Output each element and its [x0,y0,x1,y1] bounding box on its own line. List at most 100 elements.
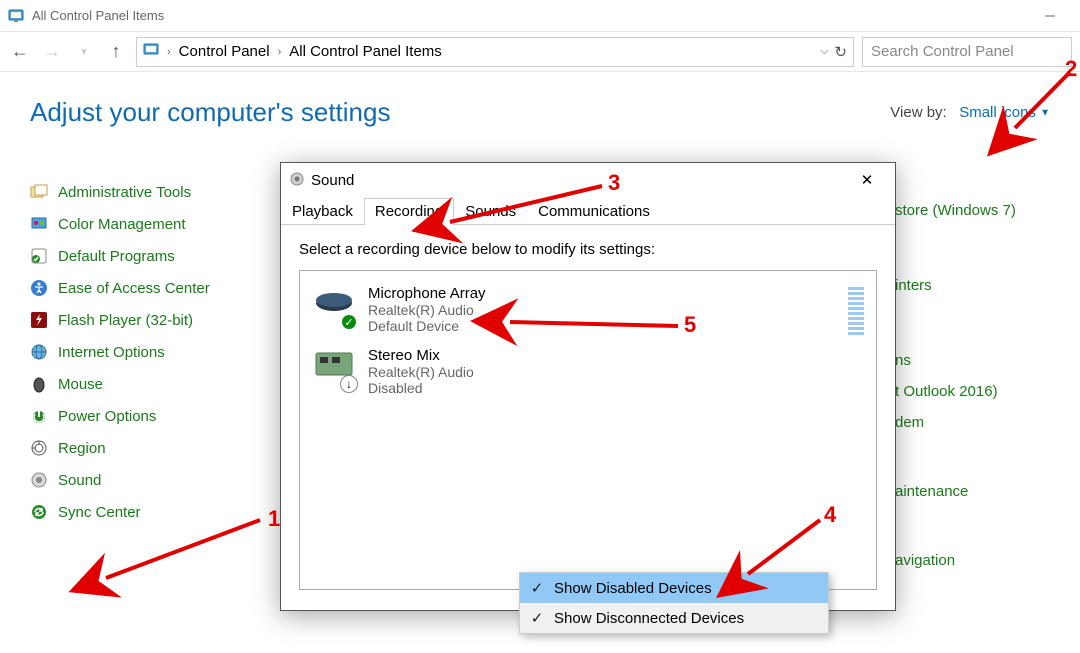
cp-item-sync-center[interactable]: Sync Center [30,503,280,521]
dialog-body: Select a recording device below to modif… [281,225,895,610]
cp-item-label: Sound [58,472,101,489]
ease-access-icon [30,279,48,297]
ctx-show-disconnected[interactable]: ✓ Show Disconnected Devices [520,603,828,633]
cp-item-region[interactable]: Region [30,439,280,457]
region-icon [30,439,48,457]
cp-item-label: Administrative Tools [58,184,191,201]
cp-item-label: Region [58,440,106,457]
flash-icon [30,311,48,329]
cp-item-label: Sync Center [58,504,141,521]
cp-item-ease-access[interactable]: Ease of Access Center [30,279,280,297]
level-meter [848,285,864,335]
search-input[interactable]: Search Control Panel [862,37,1072,67]
device-driver: Realtek(R) Audio [368,364,474,380]
device-status: Disabled [368,380,474,396]
cp-item-partial[interactable]: inters [895,277,1016,294]
refresh-icon[interactable]: ↻ [834,43,847,61]
cp-item-label: Mouse [58,376,103,393]
ctx-item-label: Show Disconnected Devices [554,610,744,627]
cp-item-label: Color Management [58,216,186,233]
minimize-button[interactable] [1027,1,1072,31]
check-icon: ✓ [520,579,554,597]
cp-item-partial[interactable]: avigation [895,552,1016,569]
device-list[interactable]: ✓ Microphone Array Realtek(R) Audio Defa… [299,270,877,590]
tab-communications[interactable]: Communications [527,198,661,225]
device-mic-array[interactable]: ✓ Microphone Array Realtek(R) Audio Defa… [308,279,868,341]
download-icon: ↓ [340,375,358,393]
page-title: Adjust your computer's settings [30,97,390,128]
tab-recording[interactable]: Recording [364,198,454,225]
tab-playback[interactable]: Playback [281,198,364,225]
cp-item-label: Flash Player (32-bit) [58,312,193,329]
cp-item-label: Internet Options [58,344,165,361]
device-name: Microphone Array [368,285,486,302]
dialog-instruction: Select a recording device below to modif… [299,241,877,258]
control-panel-items-left: Administrative Tools Color Management De… [30,183,280,521]
dialog-title: Sound [311,172,354,189]
back-button[interactable]: ← [8,40,32,64]
cp-item-color-mgmt[interactable]: Color Management [30,215,280,233]
device-info: Stereo Mix Realtek(R) Audio Disabled [368,347,474,396]
control-panel-icon-small [143,42,159,62]
check-icon: ✓ [340,313,358,331]
mouse-icon [30,375,48,393]
cp-item-partial[interactable]: dem [895,414,1016,431]
window-title: All Control Panel Items [32,8,1027,23]
sound-icon [30,471,48,489]
cp-item-sound[interactable]: Sound [30,471,280,489]
sync-center-icon [30,503,48,521]
tabs: Playback Recording Sounds Communications [281,197,895,225]
cp-item-flash[interactable]: Flash Player (32-bit) [30,311,280,329]
control-panel-icon [8,8,24,24]
address-dropdown-icon[interactable]: ⌵ [820,45,828,58]
dialog-titlebar[interactable]: Sound ✕ [281,163,895,197]
cp-item-label: Power Options [58,408,156,425]
recent-dropdown[interactable]: ▾ [72,40,96,64]
address-bar[interactable]: › Control Panel › All Control Panel Item… [136,37,854,67]
close-button[interactable]: ✕ [847,166,887,194]
chevron-down-icon: ▼ [1040,108,1050,119]
cp-item-power[interactable]: Power Options [30,407,280,425]
device-driver: Realtek(R) Audio [368,302,486,318]
admin-tools-icon [30,183,48,201]
check-icon: ✓ [520,609,554,627]
sound-dialog: Sound ✕ Playback Recording Sounds Commun… [280,162,896,611]
view-by-control: View by: Small icons ▼ [890,104,1050,121]
context-menu: ✓ Show Disabled Devices ✓ Show Disconnec… [519,572,829,634]
breadcrumb-sep: › [274,46,286,58]
view-by-label: View by: [890,104,946,121]
view-by-dropdown[interactable]: Small icons ▼ [959,104,1050,121]
cp-item-admin-tools[interactable]: Administrative Tools [30,183,280,201]
device-status: Default Device [368,318,486,334]
cp-item-internet-options[interactable]: Internet Options [30,343,280,361]
device-icon-wrap: ✓ [312,285,356,329]
up-button[interactable]: ↑ [104,40,128,64]
device-info: Microphone Array Realtek(R) Audio Defaul… [368,285,486,335]
breadcrumb-sep: › [163,46,175,58]
cp-item-partial[interactable]: t Outlook 2016) [895,383,1016,400]
nav-bar: ← → ▾ ↑ › Control Panel › All Control Pa… [0,32,1080,72]
ctx-show-disabled[interactable]: ✓ Show Disabled Devices [520,573,828,603]
cp-item-partial[interactable]: store (Windows 7) [895,202,1016,219]
cp-item-mouse[interactable]: Mouse [30,375,280,393]
cp-item-default-programs[interactable]: Default Programs [30,247,280,265]
speaker-icon [289,171,305,190]
device-icon-wrap: ↓ [312,347,356,391]
device-name: Stereo Mix [368,347,474,364]
tab-sounds[interactable]: Sounds [454,198,527,225]
breadcrumb-2[interactable]: All Control Panel Items [289,43,442,60]
color-mgmt-icon [30,215,48,233]
control-panel-items-right-partial: store (Windows 7) inters ns t Outlook 20… [895,202,1016,569]
device-stereo-mix[interactable]: ↓ Stereo Mix Realtek(R) Audio Disabled [308,341,868,402]
cp-item-partial[interactable]: ns [895,352,1016,369]
cp-item-label: Default Programs [58,248,175,265]
breadcrumb-1[interactable]: Control Panel [179,43,270,60]
default-programs-icon [30,247,48,265]
window-titlebar: All Control Panel Items [0,0,1080,32]
cp-item-partial[interactable]: aintenance [895,483,1016,500]
ctx-item-label: Show Disabled Devices [554,580,712,597]
internet-options-icon [30,343,48,361]
forward-button[interactable]: → [40,40,64,64]
cp-item-label: Ease of Access Center [58,280,210,297]
power-icon [30,407,48,425]
